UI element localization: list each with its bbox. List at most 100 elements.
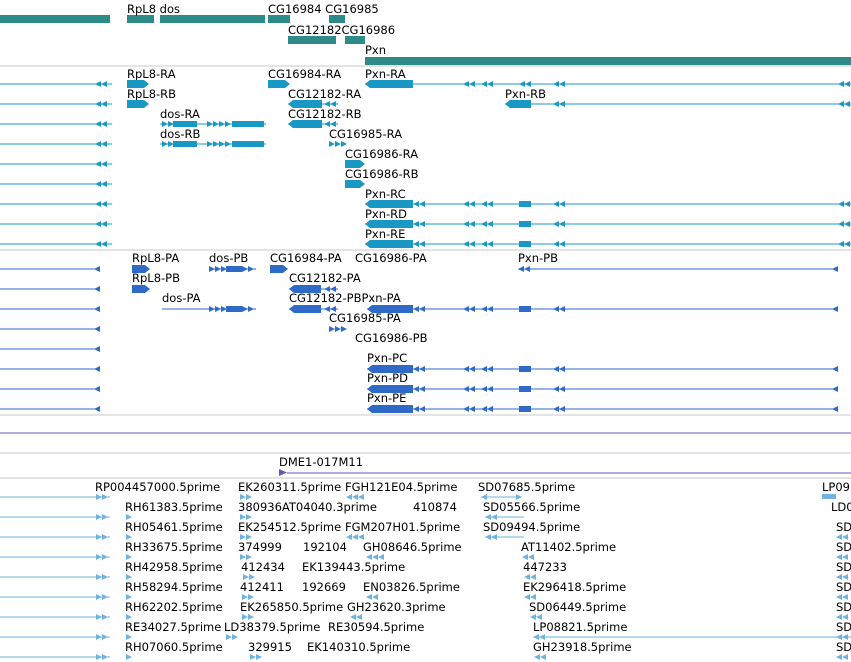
strand-arrow-right-icon bbox=[225, 121, 231, 127]
exon-block[interactable] bbox=[268, 80, 290, 88]
est-label: SD bbox=[836, 640, 851, 654]
feature-label: RpL8-PB bbox=[132, 271, 180, 285]
strand-arrow-right-icon bbox=[248, 266, 254, 272]
strand-arrow-left-icon bbox=[463, 201, 469, 207]
exon-block[interactable] bbox=[226, 306, 242, 312]
feature-label: Pxn-RB bbox=[505, 87, 546, 101]
exon-block[interactable] bbox=[365, 80, 413, 88]
strand-arrow-right-icon bbox=[215, 266, 221, 272]
exon-block[interactable] bbox=[519, 366, 531, 372]
exon-block[interactable] bbox=[519, 201, 531, 207]
strand-arrow-left-icon bbox=[101, 81, 107, 87]
strand-arrow-left-icon bbox=[419, 241, 425, 247]
strand-arrow-left-icon bbox=[419, 366, 425, 372]
strand-arrow-right-icon bbox=[209, 306, 215, 312]
strand-arrow-left-icon bbox=[413, 201, 419, 207]
exon-block[interactable] bbox=[232, 141, 264, 147]
strand-arrow-left-icon bbox=[487, 201, 493, 207]
strand-arrow-left-icon bbox=[553, 81, 559, 87]
strand-arrow-left-icon bbox=[481, 81, 487, 87]
exon-block[interactable] bbox=[289, 305, 321, 313]
feature-label: RpL8-RA bbox=[127, 67, 176, 81]
gene-bar[interactable] bbox=[268, 15, 290, 23]
est-label: FGH121E04.5prime bbox=[345, 480, 458, 494]
strand-arrow-left-icon bbox=[553, 406, 559, 412]
feature-label: CG12182-RB bbox=[288, 107, 362, 121]
est-label: SD05566.5prime bbox=[483, 500, 580, 514]
exon-block[interactable] bbox=[232, 121, 264, 127]
est-label: SD bbox=[836, 600, 851, 614]
strand-arrow-left-icon bbox=[101, 241, 107, 247]
strand-arrow-left-icon bbox=[463, 366, 469, 372]
exon-block[interactable] bbox=[519, 406, 531, 412]
strand-arrow-left-icon bbox=[559, 201, 565, 207]
est-label: GH23620.3prime bbox=[347, 600, 446, 614]
exon-block[interactable] bbox=[505, 100, 531, 108]
est-label: RP004457000.5prime bbox=[95, 480, 220, 494]
exon-block[interactable] bbox=[519, 386, 531, 392]
strand-arrow-left-icon bbox=[844, 221, 850, 227]
gene-bar[interactable] bbox=[345, 36, 365, 44]
strand-arrow-left-icon bbox=[487, 366, 493, 372]
genome-browser-view: RpL8 dos CG16984 CG16985 CG12182CG16986 Pxn… bbox=[0, 0, 851, 662]
est-block[interactable] bbox=[822, 494, 836, 499]
strand-arrow-right-icon bbox=[102, 654, 108, 660]
strand-arrow-left-icon bbox=[94, 286, 100, 292]
est-label: EK140310.5prime bbox=[307, 640, 410, 654]
exon-block[interactable] bbox=[519, 241, 531, 247]
strand-arrow-left-icon bbox=[836, 654, 842, 660]
exon-block[interactable] bbox=[127, 100, 149, 108]
est-label: RE34027.5prime bbox=[125, 620, 221, 634]
strand-arrow-left-icon bbox=[842, 654, 848, 660]
gene-bar[interactable] bbox=[288, 36, 336, 44]
exon-block[interactable] bbox=[519, 306, 531, 312]
strand-arrow-right-icon bbox=[96, 494, 102, 500]
est-label: RH62202.5prime bbox=[125, 600, 223, 614]
strand-arrow-left-icon bbox=[413, 306, 419, 312]
strand-arrow-left-icon bbox=[469, 201, 475, 207]
strand-arrow-left-icon bbox=[485, 534, 491, 540]
feature-label: Pxn-PD bbox=[367, 371, 408, 385]
est-label: 412411 bbox=[240, 580, 284, 594]
gene-bar[interactable] bbox=[329, 15, 345, 23]
est-label: LP08821.5prime bbox=[533, 620, 627, 634]
feature-label: CG16984-RA bbox=[268, 67, 341, 81]
strand-arrow-left-icon bbox=[481, 366, 487, 372]
strand-arrow-left-icon bbox=[481, 201, 487, 207]
strand-arrow-right-icon bbox=[242, 306, 248, 312]
feature-label: CG16986-PA bbox=[355, 251, 427, 265]
strand-arrow-right-icon bbox=[102, 554, 108, 560]
est-label: FGM207H01.5prime bbox=[345, 520, 460, 534]
exon-block[interactable] bbox=[270, 265, 288, 273]
est-label: SD06449.5prime bbox=[529, 600, 626, 614]
exon-block[interactable] bbox=[345, 180, 365, 188]
strand-arrow-left-icon bbox=[95, 81, 101, 87]
strand-arrow-right-icon bbox=[250, 654, 256, 660]
exon-block[interactable] bbox=[288, 120, 322, 128]
strand-arrow-left-icon bbox=[844, 241, 850, 247]
strand-arrow-left-icon bbox=[534, 654, 540, 660]
strand-arrow-left-icon bbox=[553, 366, 559, 372]
strand-arrow-left-icon bbox=[553, 306, 559, 312]
gene-bar[interactable] bbox=[365, 57, 851, 65]
strand-arrow-left-icon bbox=[469, 221, 475, 227]
strand-arrow-right-icon bbox=[232, 634, 238, 640]
strand-arrow-left-icon bbox=[487, 221, 493, 227]
exon-block[interactable] bbox=[132, 285, 150, 293]
feature-label: Pxn-PC bbox=[367, 351, 407, 365]
strand-arrow-right-icon bbox=[102, 594, 108, 600]
exon-block[interactable] bbox=[519, 221, 531, 227]
exon-block[interactable] bbox=[226, 266, 242, 272]
strand-arrow-right-icon bbox=[96, 574, 102, 580]
strand-arrow-left-icon bbox=[463, 241, 469, 247]
strand-arrow-left-icon bbox=[559, 306, 565, 312]
exon-block[interactable] bbox=[173, 141, 197, 147]
strand-arrow-right-icon bbox=[335, 326, 341, 332]
gene-bar[interactable] bbox=[127, 15, 154, 23]
gene-bar[interactable] bbox=[0, 15, 110, 23]
strand-arrow-right-icon bbox=[102, 514, 108, 520]
strand-arrow-left-icon bbox=[413, 241, 419, 247]
feature-label: CG16985-RA bbox=[329, 127, 402, 141]
strand-arrow-left-icon bbox=[413, 366, 419, 372]
gene-bar[interactable] bbox=[160, 15, 265, 23]
